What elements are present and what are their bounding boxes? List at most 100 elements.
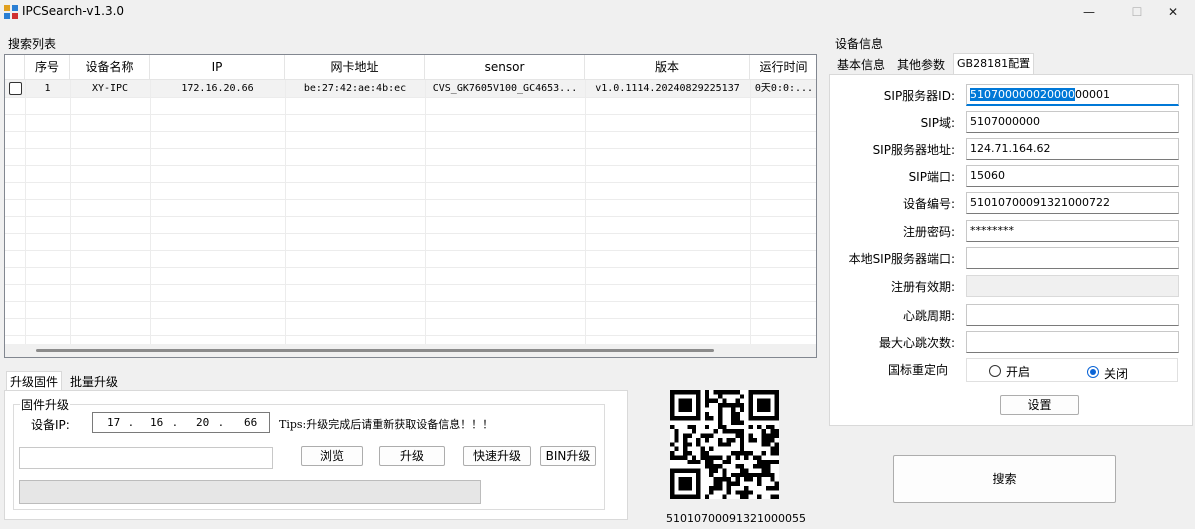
grid-line — [5, 267, 816, 268]
column-header[interactable]: 版本 — [585, 55, 750, 80]
grid-line — [285, 80, 286, 350]
grid-line — [5, 318, 816, 319]
table-cell: be:27:42:ae:4b:ec — [285, 80, 425, 97]
register-expiry-input[interactable] — [966, 275, 1179, 297]
maximize-icon: ☐ — [1131, 5, 1143, 19]
column-header-label: IP — [211, 60, 223, 74]
local-sip-port-label: 本地SIP服务器端口: — [848, 252, 955, 266]
column-header[interactable]: 网卡地址 — [285, 55, 425, 80]
redirect-on-label: 开启 — [1006, 365, 1031, 379]
grid-line — [5, 131, 816, 132]
max-heartbeat-count-input[interactable] — [966, 331, 1179, 353]
grid-line — [5, 301, 816, 302]
grid-line — [5, 114, 816, 115]
column-header[interactable]: 序号 — [25, 55, 70, 80]
column-header-label: 序号 — [34, 60, 59, 74]
device-table[interactable]: 序号 设备名称 IP 网卡地址 sensor 版本 运行时间 1 XY-IPC 172.16.20… — [4, 54, 817, 358]
tab-upgrade-firmware[interactable]: 升级固件 — [6, 371, 63, 391]
bin-upgrade-button[interactable]: BIN升级 — [540, 446, 596, 466]
redirect-label: 国标重定向 — [888, 363, 949, 377]
table-cell: 1 — [25, 80, 70, 97]
device-ip-input[interactable]: 17 . 16 . 20 . 66 — [92, 412, 270, 433]
close-icon: ✕ — [1167, 5, 1179, 19]
minimize-icon: — — [1083, 5, 1095, 19]
fast-upgrade-button[interactable]: 快速升级 — [463, 446, 531, 466]
sip-port-input[interactable]: 15060 — [966, 165, 1179, 187]
column-header-label: 设备名称 — [85, 60, 134, 74]
device-id-label: 设备编号: — [902, 197, 955, 211]
column-header-label: 网卡地址 — [330, 60, 379, 74]
sip-domain-input[interactable]: 5107000000 — [966, 111, 1179, 133]
qr-code — [670, 390, 779, 499]
grid-line — [25, 80, 26, 350]
column-header[interactable]: sensor — [425, 55, 585, 80]
grid-line — [5, 148, 816, 149]
grid-line — [5, 216, 816, 217]
ip-octet-1: 17 — [107, 416, 121, 429]
device-info-label: 设备信息 — [835, 37, 884, 51]
firmware-group-label: 固件升级 — [20, 396, 71, 413]
ip-octet-4: 66 — [244, 416, 258, 429]
grid-line — [585, 80, 586, 350]
table-cell: 172.16.20.66 — [150, 80, 285, 97]
table-cell: v1.0.1114.20240829225137 — [585, 80, 750, 97]
title-bar — [0, 0, 1195, 24]
tab-batch-upgrade[interactable]: 批量升级 — [67, 372, 121, 392]
device-id-input[interactable]: 51010700091321000722 — [966, 192, 1179, 214]
heartbeat-period-label: 心跳周期: — [902, 309, 955, 323]
grid-line — [5, 97, 816, 98]
sip-domain-label: SIP域: — [920, 116, 955, 130]
sip-server-id-label: SIP服务器ID: — [883, 89, 955, 103]
grid-line — [5, 165, 816, 166]
register-password-label: 注册密码: — [902, 225, 955, 239]
grid-line — [5, 182, 816, 183]
row-checkbox-cell[interactable] — [5, 80, 25, 97]
scrollbar-thumb[interactable] — [36, 349, 714, 352]
grid-line — [5, 335, 816, 336]
grid-line — [150, 80, 151, 350]
row-checkbox[interactable] — [8, 81, 22, 95]
close-button[interactable]: ✕ — [1150, 0, 1195, 24]
ip-dot: . — [173, 415, 177, 429]
max-heartbeat-count-label: 最大心跳次数: — [878, 336, 955, 350]
search-list-label: 搜索列表 — [8, 37, 57, 51]
grid-line — [70, 80, 71, 350]
redirect-on-radio[interactable] — [989, 365, 1001, 377]
sip-port-label: SIP端口: — [908, 170, 955, 184]
upgrade-progress-bar — [19, 480, 481, 504]
tab-basic-info[interactable]: 基本信息 — [834, 55, 888, 75]
device-ip-label: 设备IP: — [31, 418, 70, 432]
grid-line — [5, 284, 816, 285]
column-header-label: 运行时间 — [759, 60, 808, 74]
set-button[interactable]: 设置 — [1000, 395, 1079, 415]
sip-server-address-label: SIP服务器地址: — [872, 143, 955, 157]
ip-octet-2: 16 — [150, 416, 164, 429]
table-cell: XY-IPC — [70, 80, 150, 97]
browse-button[interactable]: 浏览 — [301, 446, 363, 466]
sip-server-id-input[interactable]: 51070000002000000001 — [966, 84, 1179, 106]
local-sip-port-input[interactable] — [966, 247, 1179, 269]
ip-dot: . — [219, 415, 223, 429]
table-cell: CVS_GK7605V100_GC4653... — [425, 80, 585, 97]
redirect-off-radio[interactable] — [1087, 366, 1099, 378]
search-button[interactable]: 搜索 — [893, 455, 1116, 503]
tab-gb28181-config[interactable]: GB28181配置 — [953, 53, 1035, 75]
grid-line — [5, 233, 816, 234]
minimize-button[interactable]: — — [1066, 0, 1112, 24]
column-header[interactable]: IP — [150, 55, 285, 80]
register-password-input[interactable]: ******** — [966, 220, 1179, 242]
tab-other-params[interactable]: 其他参数 — [894, 55, 948, 75]
ip-octet-3: 20 — [196, 416, 210, 429]
upgrade-button[interactable]: 升级 — [379, 446, 445, 466]
window-title: IPCSearch-v1.3.0 — [22, 4, 125, 18]
firmware-path-input[interactable] — [19, 447, 273, 469]
upgrade-tips: Tips:升级完成后请重新获取设备信息！！！ — [279, 418, 494, 431]
grid-line — [750, 80, 751, 350]
column-header[interactable]: 设备名称 — [70, 55, 150, 80]
grid-line — [425, 80, 426, 350]
heartbeat-period-input[interactable] — [966, 304, 1179, 326]
sip-server-address-input[interactable]: 124.71.164.62 — [966, 138, 1179, 160]
column-header[interactable]: 运行时间 — [750, 55, 816, 80]
unselected-text: 00001 — [1074, 88, 1110, 101]
register-expiry-label: 注册有效期: — [890, 280, 955, 294]
